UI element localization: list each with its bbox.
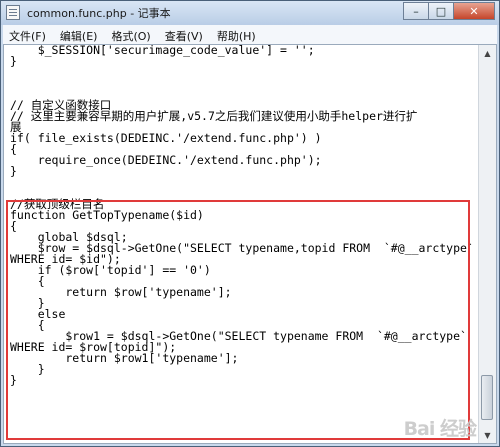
- window-title: common.func.php - 记事本: [27, 7, 171, 20]
- menu-help[interactable]: 帮助(H): [211, 25, 264, 44]
- maximize-button[interactable]: □: [428, 2, 454, 20]
- menu-edit[interactable]: 编辑(E): [54, 25, 106, 44]
- menu-view[interactable]: 查看(V): [159, 25, 211, 44]
- title-bar[interactable]: common.func.php - 记事本 – □ ✕: [1, 1, 499, 25]
- scroll-down-arrow-icon[interactable]: ▼: [479, 427, 496, 443]
- close-button[interactable]: ✕: [453, 2, 495, 20]
- notepad-icon: [6, 5, 20, 20]
- text-editor-area[interactable]: $_SESSION['securimage_code_value'] = '';…: [3, 44, 497, 444]
- notepad-window: common.func.php - 记事本 – □ ✕ 文件(F) 编辑(E) …: [0, 0, 500, 447]
- scroll-up-arrow-icon[interactable]: ▲: [479, 45, 496, 61]
- vertical-scrollbar[interactable]: ▲ ▼: [478, 45, 496, 443]
- window-controls: – □ ✕: [403, 2, 495, 20]
- minimize-button[interactable]: –: [403, 2, 429, 20]
- scroll-thumb[interactable]: [481, 375, 493, 420]
- menu-bar: 文件(F) 编辑(E) 格式(O) 查看(V) 帮助(H): [3, 25, 497, 45]
- watermark-logo: Bai 经验: [403, 418, 477, 440]
- menu-file[interactable]: 文件(F): [3, 25, 54, 44]
- menu-format[interactable]: 格式(O): [105, 25, 158, 44]
- highlight-box: [6, 200, 470, 440]
